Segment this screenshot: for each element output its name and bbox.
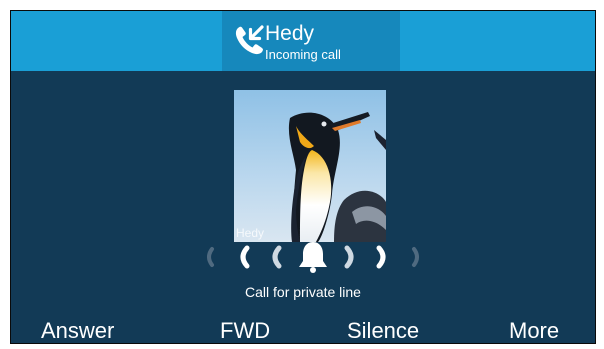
caller-name: Hedy	[265, 22, 315, 45]
call-status: Incoming call	[265, 47, 341, 62]
forward-button[interactable]: FWD	[220, 317, 270, 343]
answer-button[interactable]: Answer	[41, 317, 114, 343]
ringing-indicator	[207, 242, 419, 273]
softkey-bar: Answer FWD Silence More	[11, 317, 595, 343]
incoming-call-icon	[235, 25, 264, 55]
caller-info: Hedy Incoming call	[222, 11, 400, 71]
caller-avatar: Hedy	[234, 90, 386, 242]
line-label: Call for private line	[245, 284, 361, 300]
top-bar: Hedy Incoming call	[11, 11, 595, 71]
avatar-caption: Hedy	[236, 226, 265, 240]
penguin-photo	[234, 90, 386, 242]
bell-icon	[299, 242, 327, 273]
more-button[interactable]: More	[509, 317, 559, 343]
silence-button[interactable]: Silence	[347, 317, 419, 343]
incoming-call-screen: Hedy Incoming call Hedy Call for private…	[10, 10, 596, 344]
